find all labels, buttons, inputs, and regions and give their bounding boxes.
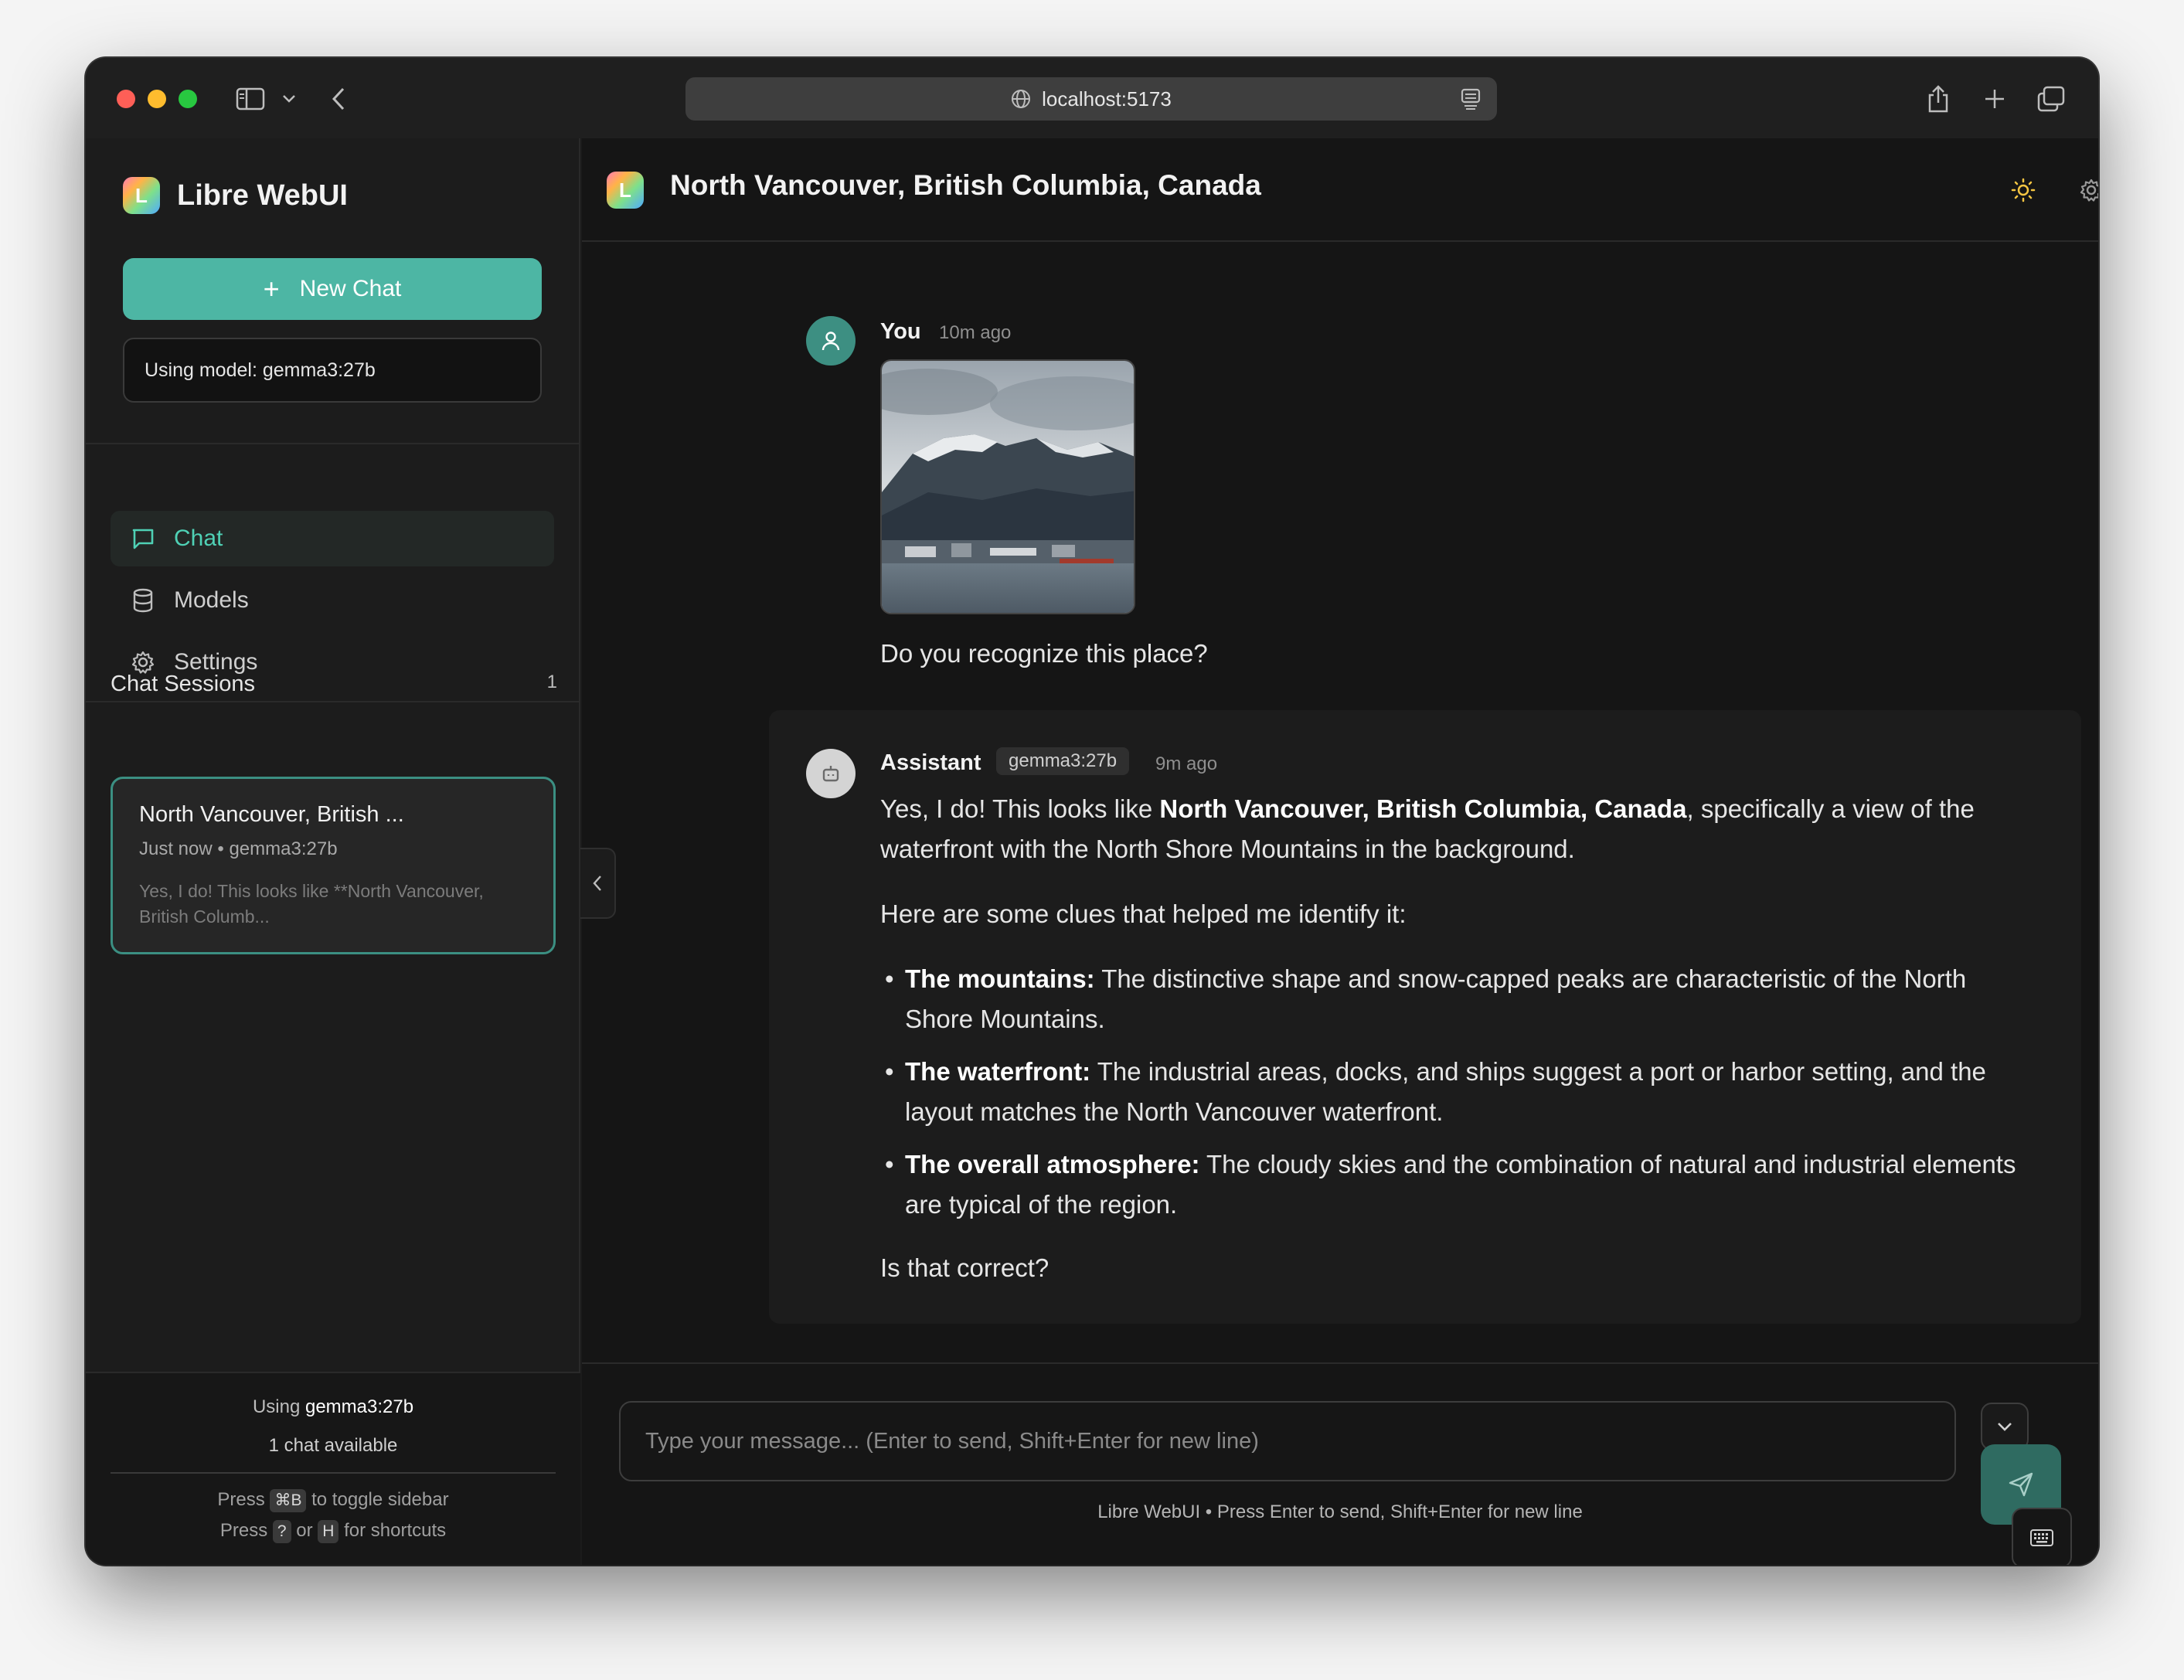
back-arrow-icon[interactable]	[321, 81, 356, 117]
collapse-sidebar-button[interactable]	[580, 848, 616, 919]
mountain-photo-image	[882, 361, 1134, 613]
browser-window: localhost:5173 L Libre WebUI + New Chat …	[86, 58, 2098, 1565]
database-icon	[129, 587, 157, 614]
divider	[86, 443, 580, 444]
chat-sessions-title: Chat Sessions	[111, 672, 255, 696]
user-author: You	[880, 319, 921, 344]
chat-title: North Vancouver, British Columbia, Canad…	[670, 169, 1261, 201]
reply-text: Yes, I do! This looks like	[880, 794, 1160, 823]
hint-text: for shortcuts	[344, 1520, 447, 1541]
zoom-window-button[interactable]	[179, 90, 197, 108]
sidebar-toggle-icon[interactable]	[233, 81, 268, 117]
sidebar: L Libre WebUI + New Chat Using model: ge…	[86, 138, 580, 1565]
list-item: The waterfront: The industrial areas, do…	[880, 1052, 2024, 1132]
settings-gear-icon[interactable]	[2072, 171, 2098, 209]
hint-text: Press	[219, 1520, 268, 1541]
list-item: The overall atmosphere: The cloudy skies…	[880, 1144, 2024, 1225]
minimize-window-button[interactable]	[148, 90, 166, 108]
divider	[86, 701, 580, 702]
app-logo: L	[123, 177, 160, 214]
session-title: North Vancouver, British ...	[139, 802, 404, 827]
user-message-time: 10m ago	[939, 322, 1012, 343]
brand[interactable]: L Libre WebUI	[123, 177, 348, 214]
keyboard-icon	[2030, 1529, 2053, 1546]
nav-item-chat[interactable]: Chat	[111, 511, 554, 566]
chat-header: L North Vancouver, British Columbia, Can…	[582, 138, 2098, 242]
clues-list: The mountains: The distinctive shape and…	[880, 959, 2024, 1225]
user-avatar	[806, 316, 856, 366]
assistant-avatar	[806, 749, 856, 798]
clue-title: The waterfront:	[905, 1057, 1091, 1086]
sun-icon[interactable]	[2004, 171, 2043, 209]
new-chat-label: New Chat	[299, 276, 402, 301]
footer-using-model: Using gemma3:27b	[86, 1396, 580, 1418]
list-item: The mountains: The distinctive shape and…	[880, 959, 2024, 1039]
reply-closing: Is that correct?	[880, 1253, 1049, 1282]
nav-item-models[interactable]: Models	[111, 573, 554, 628]
toggle-sidebar-hint: Press ⌘B to toggle sidebar	[86, 1489, 580, 1512]
kbd-cmd-b: ⌘B	[270, 1489, 307, 1512]
kbd-h: H	[318, 1520, 339, 1543]
scroll-to-bottom-button[interactable]	[1981, 1403, 2029, 1450]
reader-mode-icon[interactable]	[1460, 87, 1482, 116]
assistant-message-time: 9m ago	[1155, 753, 1218, 774]
globe-icon	[1011, 89, 1031, 109]
share-icon[interactable]	[1920, 81, 1956, 117]
plus-icon: +	[263, 273, 280, 304]
browser-toolbar: localhost:5173	[86, 58, 2098, 138]
nav-label-chat: Chat	[174, 525, 223, 551]
using-model-name: gemma3:27b	[304, 1396, 414, 1417]
shortcuts-hint: Press ? or H for shortcuts	[86, 1520, 580, 1543]
address-bar[interactable]: localhost:5173	[685, 77, 1497, 121]
chat-main: L North Vancouver, British Columbia, Can…	[582, 138, 2098, 1565]
reply-paragraph: Here are some clues that helped me ident…	[880, 900, 1407, 928]
session-meta: Just now • gemma3:27b	[139, 838, 338, 859]
hint-text: to toggle sidebar	[311, 1489, 449, 1510]
hint-text: Press	[217, 1489, 265, 1510]
chat-session-card[interactable]: North Vancouver, British ... Just now • …	[111, 777, 556, 954]
assistant-model-badge: gemma3:27b	[996, 747, 1130, 775]
new-tab-icon[interactable]	[1977, 81, 2012, 117]
reply-bold: North Vancouver, British Columbia, Canad…	[1159, 794, 1687, 823]
clue-title: The overall atmosphere:	[905, 1150, 1200, 1178]
composer	[582, 1362, 2098, 1565]
attached-photo[interactable]	[880, 359, 1135, 614]
bot-icon	[822, 766, 839, 782]
reply-paragraph: Yes, I do! This looks like North Vancouv…	[880, 789, 2024, 869]
model-indicator[interactable]: Using model: gemma3:27b	[123, 338, 542, 403]
hint-text: or	[296, 1520, 313, 1541]
chat-header-logo: L	[607, 172, 644, 209]
sidebar-footer: Using gemma3:27b 1 chat available Press …	[86, 1372, 580, 1565]
chat-sessions-header: Chat Sessions 1	[111, 672, 557, 697]
tab-overview-icon[interactable]	[2033, 81, 2069, 117]
chevron-down-icon	[1998, 1423, 2012, 1431]
url-text: localhost:5173	[1042, 87, 1172, 111]
user-message-text: Do you recognize this place?	[880, 639, 1208, 668]
app-name: Libre WebUI	[177, 179, 348, 212]
send-icon	[2009, 1472, 2033, 1497]
using-prefix: Using	[252, 1396, 305, 1417]
user-icon	[822, 332, 840, 351]
chat-sessions-count: 1	[546, 672, 557, 692]
message-input[interactable]	[619, 1401, 1956, 1481]
nav-label-models: Models	[174, 587, 249, 613]
close-window-button[interactable]	[117, 90, 135, 108]
footer-chat-available: 1 chat available	[268, 1435, 398, 1456]
clue-title: The mountains:	[905, 964, 1095, 993]
kbd-question: ?	[272, 1520, 291, 1543]
session-preview: Yes, I do! This looks like **North Vanco…	[139, 881, 484, 927]
assistant-message-text: Yes, I do! This looks like North Vancouv…	[880, 789, 2024, 1313]
composer-footer-note: Libre WebUI • Press Enter to send, Shift…	[1097, 1501, 1583, 1522]
chevron-left-icon	[593, 876, 601, 891]
assistant-author: Assistant	[880, 750, 981, 775]
chevron-down-icon[interactable]	[271, 81, 307, 117]
divider	[111, 1472, 556, 1474]
chat-bubble-icon	[129, 525, 157, 553]
new-chat-button[interactable]: + New Chat	[123, 258, 542, 320]
